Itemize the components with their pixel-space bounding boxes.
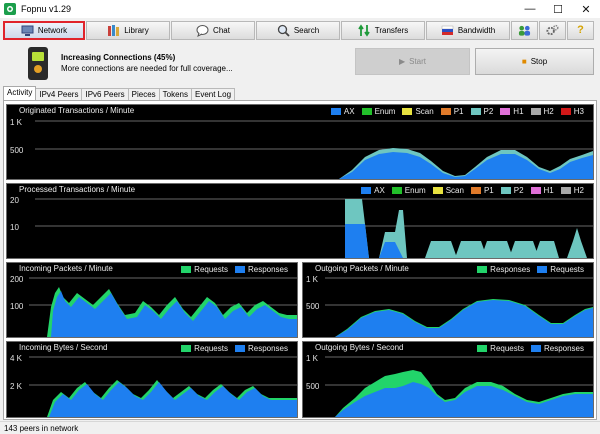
activity-panel: Originated Transactions / Minute AX Enum S… bbox=[3, 100, 597, 420]
settings-button[interactable] bbox=[539, 20, 566, 40]
traffic-light-icon bbox=[28, 47, 48, 80]
users-button[interactable] bbox=[511, 20, 538, 40]
library-button-label: Library bbox=[124, 25, 149, 35]
library-button[interactable]: Library bbox=[86, 20, 170, 40]
stop-icon: ■ bbox=[521, 57, 527, 66]
transfers-arrows-icon bbox=[358, 23, 371, 37]
incoming-packets-plot bbox=[29, 277, 297, 337]
library-icon bbox=[107, 24, 120, 37]
start-button-label: Start bbox=[409, 57, 427, 66]
search-button-label: Search bbox=[293, 25, 320, 35]
tab-ipv4-peers[interactable]: IPv4 Peers bbox=[35, 88, 83, 100]
chat-bubble-icon bbox=[196, 24, 209, 37]
transfers-button[interactable]: Transfers bbox=[341, 20, 425, 40]
transfers-button-label: Transfers bbox=[374, 25, 409, 35]
network-button[interactable]: Network bbox=[3, 20, 85, 40]
outgoing-bytes-plot bbox=[325, 356, 593, 417]
play-icon: ▶ bbox=[398, 57, 406, 66]
network-icon bbox=[21, 24, 34, 37]
outgoing-packets-plot bbox=[325, 277, 593, 337]
status-message: More connections are needed for full cov… bbox=[61, 64, 233, 73]
question-mark-icon: ? bbox=[577, 24, 584, 36]
tab-tokens[interactable]: Tokens bbox=[158, 88, 192, 100]
tab-activity[interactable]: Activity bbox=[3, 86, 37, 100]
stop-button[interactable]: ■ Stop bbox=[475, 48, 594, 75]
gears-icon bbox=[546, 24, 559, 37]
processed-transactions-chart: Processed Transactions / Minute AX Enum Sc… bbox=[6, 183, 594, 259]
bandwidth-button-label: Bandwidth bbox=[457, 25, 496, 35]
close-button[interactable]: ✕ bbox=[572, 0, 600, 18]
outgoing-packets-chart: Outgoing Packets / Minute Responses Reque… bbox=[302, 262, 594, 338]
peer-count: 143 peers in network bbox=[4, 424, 79, 433]
title-bar: Fopnu v1.29 — ☐ ✕ bbox=[0, 0, 600, 18]
minimize-button[interactable]: — bbox=[516, 0, 544, 18]
incoming-bytes-chart: Incoming Bytes / Second Requests Response… bbox=[6, 341, 298, 418]
help-button[interactable]: ? bbox=[567, 20, 594, 40]
bandwidth-flag-icon bbox=[441, 24, 454, 37]
outgoing-bytes-chart: Outgoing Bytes / Second Requests Response… bbox=[302, 341, 594, 418]
search-icon bbox=[277, 24, 290, 37]
bandwidth-button[interactable]: Bandwidth bbox=[426, 20, 510, 40]
chat-button[interactable]: Chat bbox=[171, 20, 255, 40]
users-icon bbox=[518, 24, 531, 37]
status-heading: Increasing Connections (45%) bbox=[61, 53, 176, 62]
stop-button-label: Stop bbox=[530, 57, 548, 66]
incoming-packets-chart: Incoming Packets / Minute Requests Respon… bbox=[6, 262, 298, 338]
tab-event-log[interactable]: Event Log bbox=[191, 88, 236, 100]
tab-ipv6-peers[interactable]: IPv6 Peers bbox=[81, 88, 129, 100]
originated-transactions-chart: Originated Transactions / Minute AX Enum S… bbox=[6, 104, 594, 180]
start-button[interactable]: ▶ Start bbox=[355, 48, 470, 75]
originated-transactions-plot bbox=[35, 120, 593, 179]
fopnu-logo-icon bbox=[4, 3, 16, 15]
maximize-button[interactable]: ☐ bbox=[544, 0, 572, 18]
incoming-bytes-plot bbox=[29, 356, 297, 417]
window-title: Fopnu v1.29 bbox=[21, 4, 72, 14]
processed-transactions-plot bbox=[35, 198, 593, 258]
search-button[interactable]: Search bbox=[256, 20, 340, 40]
status-bar: 143 peers in network bbox=[0, 421, 600, 434]
network-button-label: Network bbox=[37, 25, 68, 35]
tab-strip: Activity IPv4 Peers IPv6 Peers Pieces To… bbox=[3, 86, 236, 100]
main-toolbar: Network Library Chat Search Transfers Ba… bbox=[0, 18, 600, 42]
chat-button-label: Chat bbox=[213, 25, 230, 35]
tab-pieces[interactable]: Pieces bbox=[127, 88, 160, 100]
